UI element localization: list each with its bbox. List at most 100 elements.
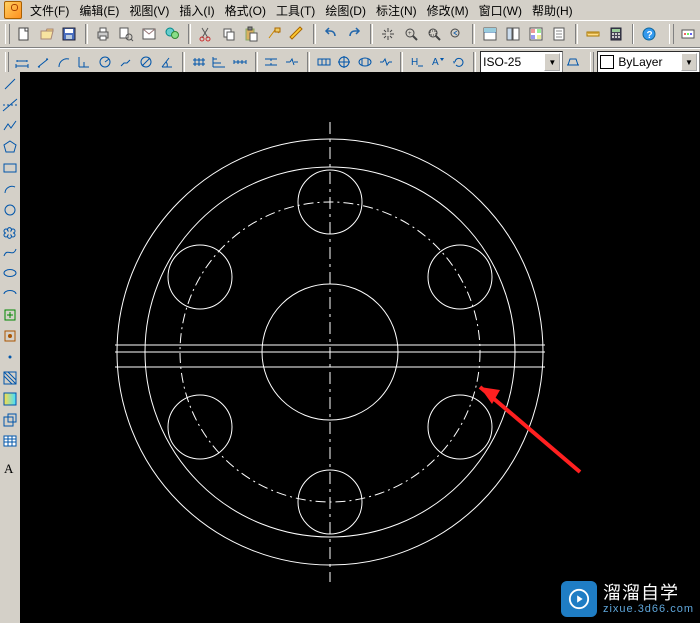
menu-draw[interactable]: 绘图(D) (321, 1, 370, 20)
pan-button[interactable] (377, 22, 399, 46)
zoom-prev-button[interactable] (445, 22, 467, 46)
line-button[interactable] (0, 74, 20, 94)
menu-help[interactable]: 帮助(H) (528, 1, 577, 20)
hatch-button[interactable] (0, 368, 20, 388)
watermark-url: zixue.3d66.com (603, 604, 694, 615)
print-button[interactable] (92, 22, 114, 46)
arc-button[interactable] (0, 179, 20, 199)
dim-edit-button[interactable]: H (407, 50, 427, 74)
dim-radius-button[interactable] (95, 50, 115, 74)
circle-button[interactable] (0, 200, 20, 220)
menu-edit[interactable]: 编辑(E) (75, 1, 123, 20)
extra-button[interactable] (677, 22, 699, 46)
point-button[interactable] (0, 347, 20, 367)
color-swatch (600, 55, 614, 69)
mtext-button[interactable]: A (0, 458, 20, 478)
zoom-realtime-button[interactable]: + (400, 22, 422, 46)
zoom-window-button[interactable] (423, 22, 445, 46)
dim-arc-button[interactable] (54, 50, 74, 74)
calculator-button[interactable] (605, 22, 627, 46)
menu-insert[interactable]: 插入(I) (175, 1, 218, 20)
menubar: 文件(F) 编辑(E) 视图(V) 插入(I) 格式(O) 工具(T) 绘图(D… (0, 0, 700, 20)
dim-aligned-button[interactable] (33, 50, 53, 74)
center-mark-button[interactable] (334, 50, 354, 74)
menu-format[interactable]: 格式(O) (221, 1, 270, 20)
polyline-button[interactable] (0, 116, 20, 136)
inspect-button[interactable] (355, 50, 375, 74)
watermark-text: 溜溜自学 (603, 584, 694, 602)
dim-space-button[interactable] (262, 50, 282, 74)
play-icon (561, 581, 597, 617)
table-button[interactable] (0, 431, 20, 451)
jogged-linear-button[interactable] (376, 50, 396, 74)
ellipse-arc-button[interactable] (0, 284, 20, 304)
tool-palette-button[interactable] (525, 22, 547, 46)
draw-toolbar: A (0, 72, 21, 623)
svg-text:A: A (4, 461, 14, 476)
grip[interactable] (5, 24, 10, 44)
dim-break-button[interactable] (282, 50, 302, 74)
menu-annotate[interactable]: 标注(N) (372, 1, 421, 20)
menu-window[interactable]: 窗口(W) (475, 1, 526, 20)
dim-linear-button[interactable] (12, 50, 32, 74)
menu-modify[interactable]: 修改(M) (423, 1, 473, 20)
match-button[interactable] (263, 22, 285, 46)
insert-block-button[interactable] (0, 305, 20, 325)
redo-button[interactable] (343, 22, 365, 46)
dimstyle-button[interactable] (563, 50, 583, 74)
spline-button[interactable] (0, 242, 20, 262)
print-preview-button[interactable] (115, 22, 137, 46)
tolerance-button[interactable] (314, 50, 334, 74)
dimstyle-value: ISO-25 (483, 55, 521, 69)
undo-button[interactable] (320, 22, 342, 46)
cut-button[interactable] (195, 22, 217, 46)
chevron-down-icon[interactable]: ▼ (681, 53, 697, 71)
ellipse-button[interactable] (0, 263, 20, 283)
sheet-set-button[interactable] (548, 22, 570, 46)
svg-text:+: + (408, 31, 412, 37)
drawing-canvas[interactable]: 溜溜自学 zixue.3d66.com (20, 72, 700, 623)
open-button[interactable] (36, 22, 58, 46)
xline-button[interactable] (0, 95, 20, 115)
dim-baseline-button[interactable] (209, 50, 229, 74)
gradient-button[interactable] (0, 389, 20, 409)
svg-text:A: A (432, 57, 439, 68)
layer-value: ByLayer (618, 55, 662, 69)
app-icon (4, 1, 22, 19)
watermark: 溜溜自学 zixue.3d66.com (561, 581, 694, 617)
grip[interactable] (5, 52, 9, 72)
quickdim-button[interactable] (189, 50, 209, 74)
dim-ordinate-button[interactable] (74, 50, 94, 74)
dim-jogged-button[interactable] (116, 50, 136, 74)
save-button[interactable] (59, 22, 81, 46)
menu-view[interactable]: 视图(V) (125, 1, 173, 20)
svg-text:H: H (411, 57, 418, 68)
polygon-button[interactable] (0, 137, 20, 157)
design-center-button[interactable] (502, 22, 524, 46)
standard-toolbar: + ? (0, 20, 700, 48)
dim-angular-button[interactable] (157, 50, 177, 74)
dim-update-button[interactable] (449, 50, 469, 74)
dim-diameter-button[interactable] (137, 50, 157, 74)
svg-text:?: ? (647, 30, 653, 41)
menu-file[interactable]: 文件(F) (26, 1, 73, 20)
rectangle-button[interactable] (0, 158, 20, 178)
properties-button[interactable] (479, 22, 501, 46)
layer-color-combo[interactable]: ByLayer ▼ (597, 51, 699, 73)
make-block-button[interactable] (0, 326, 20, 346)
chevron-down-icon[interactable]: ▼ (544, 53, 560, 71)
paste-button[interactable] (241, 22, 263, 46)
revcloud-button[interactable] (0, 221, 20, 241)
publish-button[interactable] (138, 22, 160, 46)
region-button[interactable] (0, 410, 20, 430)
brush-button[interactable] (286, 22, 308, 46)
new-button[interactable] (13, 22, 35, 46)
find-button[interactable] (161, 22, 183, 46)
dimstyle-combo[interactable]: ISO-25 ▼ (480, 51, 563, 73)
help-button[interactable]: ? (638, 22, 660, 46)
copy-button[interactable] (218, 22, 240, 46)
menu-tool[interactable]: 工具(T) (272, 1, 319, 20)
dim-text-edit-button[interactable]: A (428, 50, 448, 74)
measure-button[interactable] (582, 22, 604, 46)
dim-continue-button[interactable] (230, 50, 250, 74)
